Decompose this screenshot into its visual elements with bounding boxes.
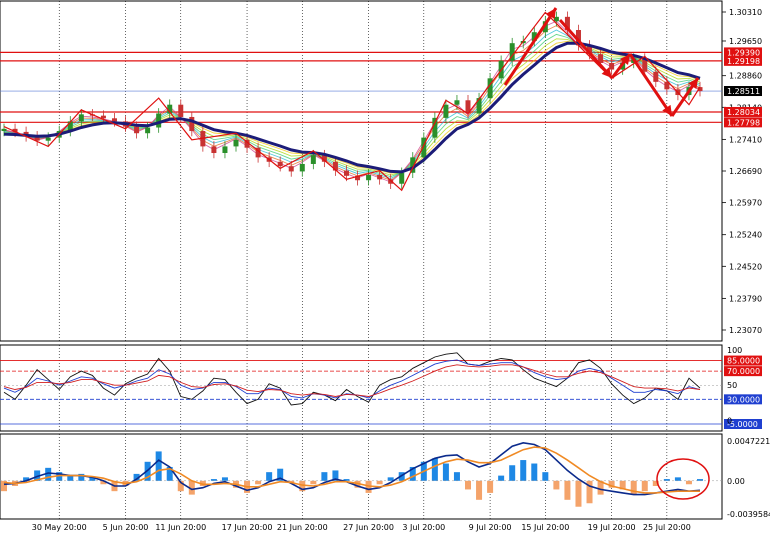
candle-body-28 — [310, 155, 316, 164]
macd-bar-14 — [155, 451, 162, 481]
osc-level-tag-label-0: 85.0000 — [727, 357, 760, 366]
price-tag-label-3: 1.28034 — [727, 108, 760, 117]
candle-body-0 — [1, 128, 7, 132]
macd-bar-49 — [542, 472, 549, 481]
price-tick-label-4: 1.27410 — [729, 135, 762, 144]
price-tag-label-4: 1.27798 — [727, 118, 760, 127]
osc-level-tag-label-1: 70.0000 — [727, 367, 760, 376]
macd-bar-42 — [465, 480, 471, 490]
time-axis: 30 May 20:00 5 Jun 20:00 11 Jun 20:00 17 Ju… — [32, 523, 691, 532]
macd-bar-20 — [221, 477, 228, 481]
candle-body-55 — [609, 62, 615, 70]
time-tick-label-9: 19 Jul 20:00 — [588, 523, 636, 532]
macd-bar-24 — [266, 472, 273, 481]
chart-canvas: 1.303101.296501.288601.281401.274101.266… — [0, 0, 770, 535]
macd-bar-29 — [321, 472, 328, 481]
candle-body-40 — [443, 104, 449, 118]
price-tick-label-10: 1.23070 — [729, 326, 762, 335]
candle-body-36 — [399, 172, 405, 184]
macd-bar-62 — [685, 480, 692, 485]
time-tick-label-8: 15 Jul 20:00 — [521, 523, 569, 532]
candle-body-59 — [653, 71, 659, 82]
price-tick-label-1: 1.29650 — [729, 37, 762, 46]
price-tick-label-8: 1.24520 — [729, 262, 762, 271]
candle-body-44 — [487, 78, 493, 99]
macd-bar-61 — [674, 477, 681, 481]
time-tick-label-7: 9 Jul 20:00 — [469, 523, 512, 532]
price-tags: 1.293901.291981.285111.280341.27798 — [724, 47, 762, 128]
time-tick-label-0: 30 May 20:00 — [32, 523, 87, 532]
time-tick-label-5: 27 Jun 20:00 — [343, 523, 394, 532]
candle-body-10 — [111, 118, 117, 122]
macd-bar-23 — [255, 480, 262, 485]
osc-tick-label-0: 100 — [727, 346, 742, 355]
candle-body-9 — [100, 115, 106, 119]
price-tick-label-5: 1.26690 — [729, 167, 762, 176]
price-tick-label-2: 1.28860 — [729, 72, 762, 81]
macd-bar-46 — [509, 465, 516, 481]
macd-bar-43 — [476, 480, 483, 500]
macd-bar-47 — [520, 460, 527, 481]
candle-body-41 — [454, 100, 460, 105]
candle-body-21 — [233, 139, 239, 147]
trading-chart: 1.303101.296501.288601.281401.274101.266… — [0, 0, 770, 535]
macd-bar-58 — [641, 480, 648, 492]
candle-body-27 — [299, 163, 305, 172]
macd-bar-34 — [376, 480, 383, 485]
candle-body-14 — [156, 113, 162, 128]
macd-tick-label-0: 0.0047221 — [727, 437, 770, 446]
time-tick-label-3: 17 Jun 20:00 — [222, 523, 273, 532]
time-tick-label-4: 21 Jun 20:00 — [277, 523, 328, 532]
candle-body-34 — [377, 174, 383, 180]
time-tick-label-10: 25 Jul 20:00 — [643, 523, 691, 532]
macd-bar-50 — [553, 480, 560, 490]
macd-bar-41 — [453, 472, 460, 481]
candle-body-33 — [366, 174, 372, 181]
candle-body-12 — [134, 126, 140, 134]
candle-body-16 — [178, 104, 184, 117]
candle-body-7 — [78, 114, 84, 122]
macd-bar-57 — [630, 480, 637, 495]
macd-bar-63 — [697, 479, 703, 481]
price-tick-label-0: 1.30310 — [729, 8, 762, 17]
macd-bar-52 — [575, 480, 582, 507]
price-tag-label-2: 1.28511 — [727, 87, 760, 96]
candle-body-4 — [45, 137, 51, 141]
osc-tick-label-2: 0 — [727, 416, 732, 425]
candle-body-19 — [211, 146, 217, 153]
candle-body-13 — [145, 127, 151, 134]
macd-bar-48 — [531, 463, 538, 481]
candle-body-26 — [288, 166, 294, 172]
price-tick-label-9: 1.23790 — [729, 294, 762, 303]
candle-body-31 — [343, 170, 349, 176]
macd-bar-51 — [564, 480, 571, 500]
price-tick-label-6: 1.25970 — [729, 199, 762, 208]
candle-body-20 — [222, 146, 228, 153]
price-tag-label-1: 1.29198 — [727, 57, 760, 66]
macd-bar-39 — [431, 458, 438, 481]
time-tick-label-6: 3 Jul 20:00 — [402, 523, 445, 532]
candle-body-39 — [432, 117, 438, 138]
candle-body-25 — [277, 161, 283, 167]
macd-tick-label-1: 0.00 — [727, 477, 745, 486]
macd-bar-28 — [310, 480, 317, 485]
time-tick-label-1: 5 Jun 20:00 — [103, 523, 149, 532]
macd-bar-40 — [442, 463, 449, 481]
macd-bar-45 — [498, 475, 505, 481]
osc-level-tag-label-2: 30.0000 — [727, 395, 760, 404]
osc-tick-label-1: 50 — [727, 381, 737, 390]
macd-bar-19 — [210, 479, 217, 481]
time-tick-label-2: 11 Jun 20:00 — [155, 523, 206, 532]
price-tick-label-7: 1.25240 — [729, 231, 762, 240]
macd-bar-44 — [487, 480, 494, 493]
macd-tick-label-2: -0.0039584 — [727, 510, 770, 519]
macd-bar-60 — [663, 479, 670, 481]
